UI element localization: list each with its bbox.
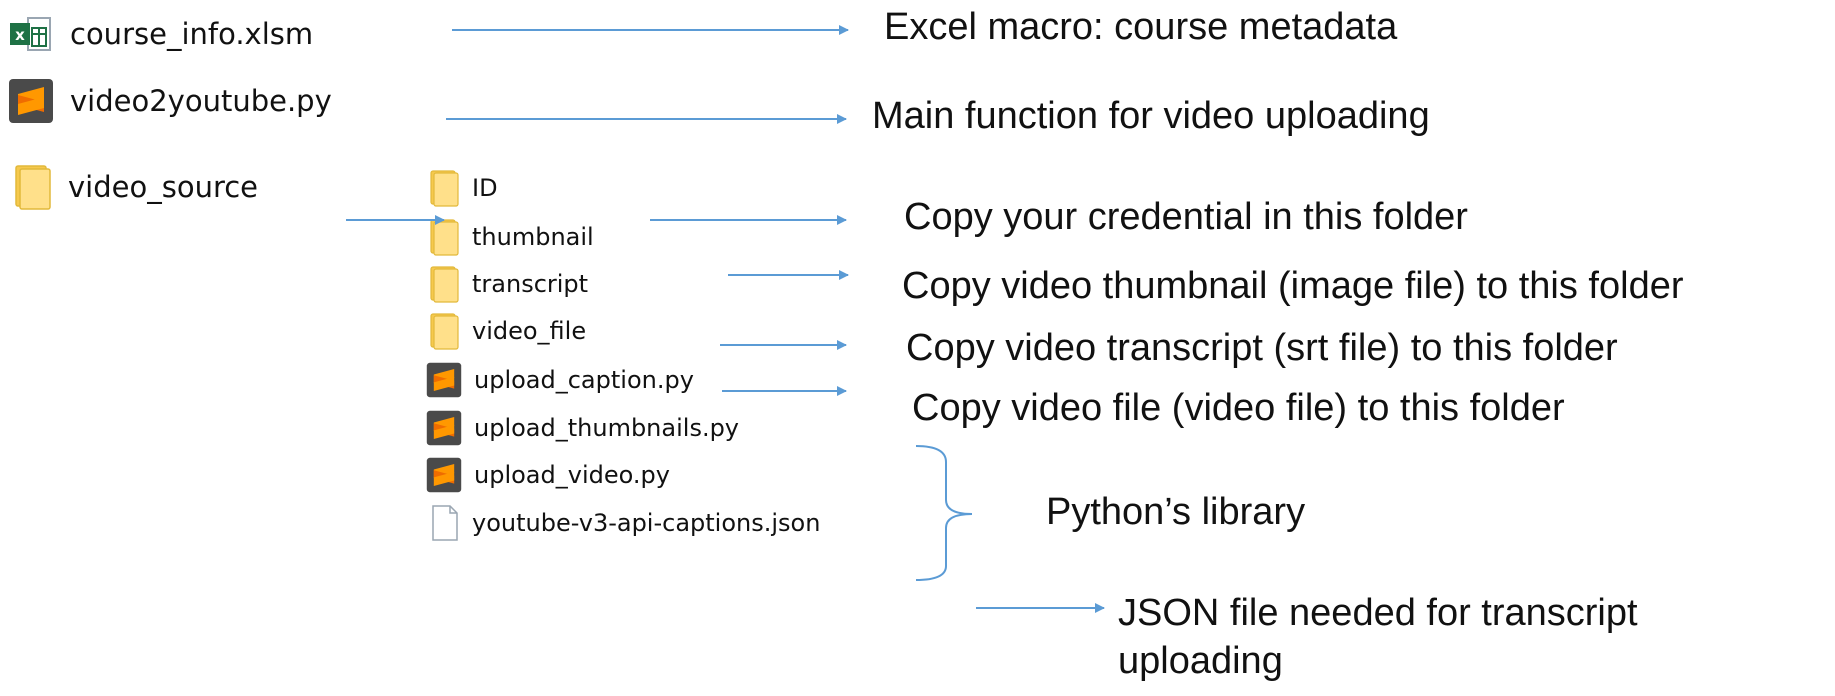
annotation-id-folder: Copy your credential in this folder — [904, 196, 1468, 238]
annotation-video2youtube: Main function for video uploading — [872, 95, 1430, 137]
brace-python-library — [915, 445, 973, 581]
annotation-video-file-folder: Copy video file (video file) to this fol… — [912, 387, 1565, 429]
annotation-transcript-folder: Copy video transcript (srt file) to this… — [906, 327, 1618, 369]
annotation-json-file: JSON file needed for transcript uploadin… — [1118, 592, 1638, 682]
annotation-course-info: Excel macro: course metadata — [884, 6, 1398, 48]
annotation-thumbnail-folder: Copy video thumbnail (image file) to thi… — [902, 265, 1684, 307]
annotation-python-library: Python’s library — [1046, 491, 1306, 533]
